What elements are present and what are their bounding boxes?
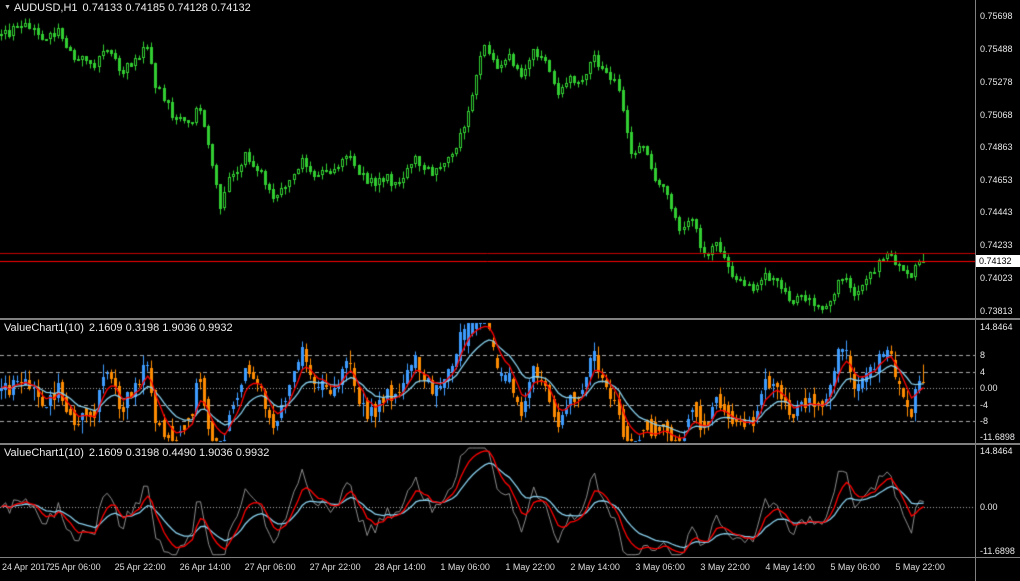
time-axis-label: 2 May 14:00 — [570, 562, 620, 572]
time-axis-label: 4 May 14:00 — [765, 562, 815, 572]
time-axis-label: 28 Apr 14:00 — [374, 562, 426, 572]
time-axis-label: 27 Apr 22:00 — [309, 562, 361, 572]
scale-label: 0.75698 — [980, 11, 1013, 21]
time-axis-label: 25 Apr 22:00 — [114, 562, 166, 572]
scale-label: 0.75278 — [980, 77, 1013, 87]
scale-label: 0.75488 — [980, 44, 1013, 54]
scale-separator — [975, 0, 976, 581]
time-axis-label: 27 Apr 06:00 — [244, 562, 296, 572]
valuechart-line-panel: ValueChart1(10) 2.1609 0.3198 0.4490 1.90… — [0, 445, 975, 557]
scale-label: 4 — [980, 367, 986, 377]
scale-label: 14.8464 — [980, 446, 1013, 456]
valuechart-lines-canvas[interactable] — [0, 445, 975, 557]
scale-label: -11.6898 — [980, 546, 1015, 556]
scale-label: -4 — [980, 400, 989, 410]
symbol-dropdown-icon[interactable]: ▼ — [4, 4, 11, 11]
time-axis-label: 5 May 22:00 — [895, 562, 945, 572]
time-axis-label: 1 May 22:00 — [505, 562, 555, 572]
time-axis[interactable]: 24 Apr 2017 25 Apr 06:00 25 Apr 22:00 26 Ap… — [0, 558, 975, 581]
scale-label: 14.8464 — [980, 322, 1013, 332]
valuechart-candles-canvas[interactable] — [0, 320, 975, 443]
time-axis-label: 3 May 06:00 — [635, 562, 685, 572]
scale-label: 0.74863 — [980, 142, 1013, 152]
time-axis-label: 24 Apr 2017 — [2, 562, 51, 572]
indicator-name: ValueChart1(10) — [4, 322, 84, 334]
main-price-panel: ▼ AUDUSD,H1 0.74133 0.74185 0.74128 0.7413… — [0, 0, 975, 318]
time-axis-label: 26 Apr 14:00 — [179, 562, 231, 572]
scale-label: 0.00 — [980, 383, 998, 393]
time-axis-label: 3 May 22:00 — [700, 562, 750, 572]
price-scale[interactable]: 0.74132 0.75698 0.75488 0.75278 0.75068 0.74… — [975, 0, 1020, 318]
time-axis-label: 5 May 06:00 — [830, 562, 880, 572]
indicator-name: ValueChart1(10) — [4, 447, 84, 459]
time-axis-label: 25 Apr 06:00 — [49, 562, 101, 572]
indicator-values: 2.1609 0.3198 0.4490 1.9036 0.9932 — [88, 447, 270, 459]
scale-label: 0.74233 — [980, 240, 1013, 250]
valuechart-candle-panel: ValueChart1(10) 2.1609 0.3198 1.9036 0.99… — [0, 320, 975, 443]
current-price-tag: 0.74132 — [975, 255, 1020, 267]
scale-label: 0.74443 — [980, 207, 1013, 217]
chart-symbol-period: AUDUSD,H1 — [13, 2, 78, 14]
panel-divider[interactable] — [0, 443, 1020, 445]
axis-divider[interactable] — [0, 557, 1020, 558]
price-chart-canvas[interactable] — [0, 0, 975, 318]
chart-title: ▼ AUDUSD,H1 0.74133 0.74185 0.74128 0.7413… — [4, 2, 251, 14]
scale-label: 0.74023 — [980, 273, 1013, 283]
scale-label: 8 — [980, 350, 986, 360]
scale-label: 0.00 — [980, 502, 998, 512]
indicator-scale-middle[interactable]: 14.8464 8 4 0.00 -4 -8 -11.6898 — [975, 320, 1020, 443]
time-axis-label: 1 May 06:00 — [440, 562, 490, 572]
scale-label: -8 — [980, 416, 989, 426]
indicator-scale-bottom[interactable]: 14.8464 0.00 -11.6898 — [975, 445, 1020, 557]
chart-ohlc-values: 0.74133 0.74185 0.74128 0.74132 — [82, 2, 251, 14]
scale-label: -11.6898 — [980, 432, 1015, 442]
indicator-title-bottom: ValueChart1(10) 2.1609 0.3198 0.4490 1.90… — [4, 447, 269, 459]
scale-label: 0.74653 — [980, 175, 1013, 185]
indicator-title-middle: ValueChart1(10) 2.1609 0.3198 1.9036 0.99… — [4, 322, 233, 334]
scale-label: 0.75068 — [980, 110, 1013, 120]
indicator-values: 2.1609 0.3198 1.9036 0.9932 — [88, 322, 233, 334]
scale-label: 0.73813 — [980, 306, 1013, 316]
panel-divider[interactable] — [0, 318, 1020, 320]
mt4-chart-window: ▼ AUDUSD,H1 0.74133 0.74185 0.74128 0.7413… — [0, 0, 1020, 581]
